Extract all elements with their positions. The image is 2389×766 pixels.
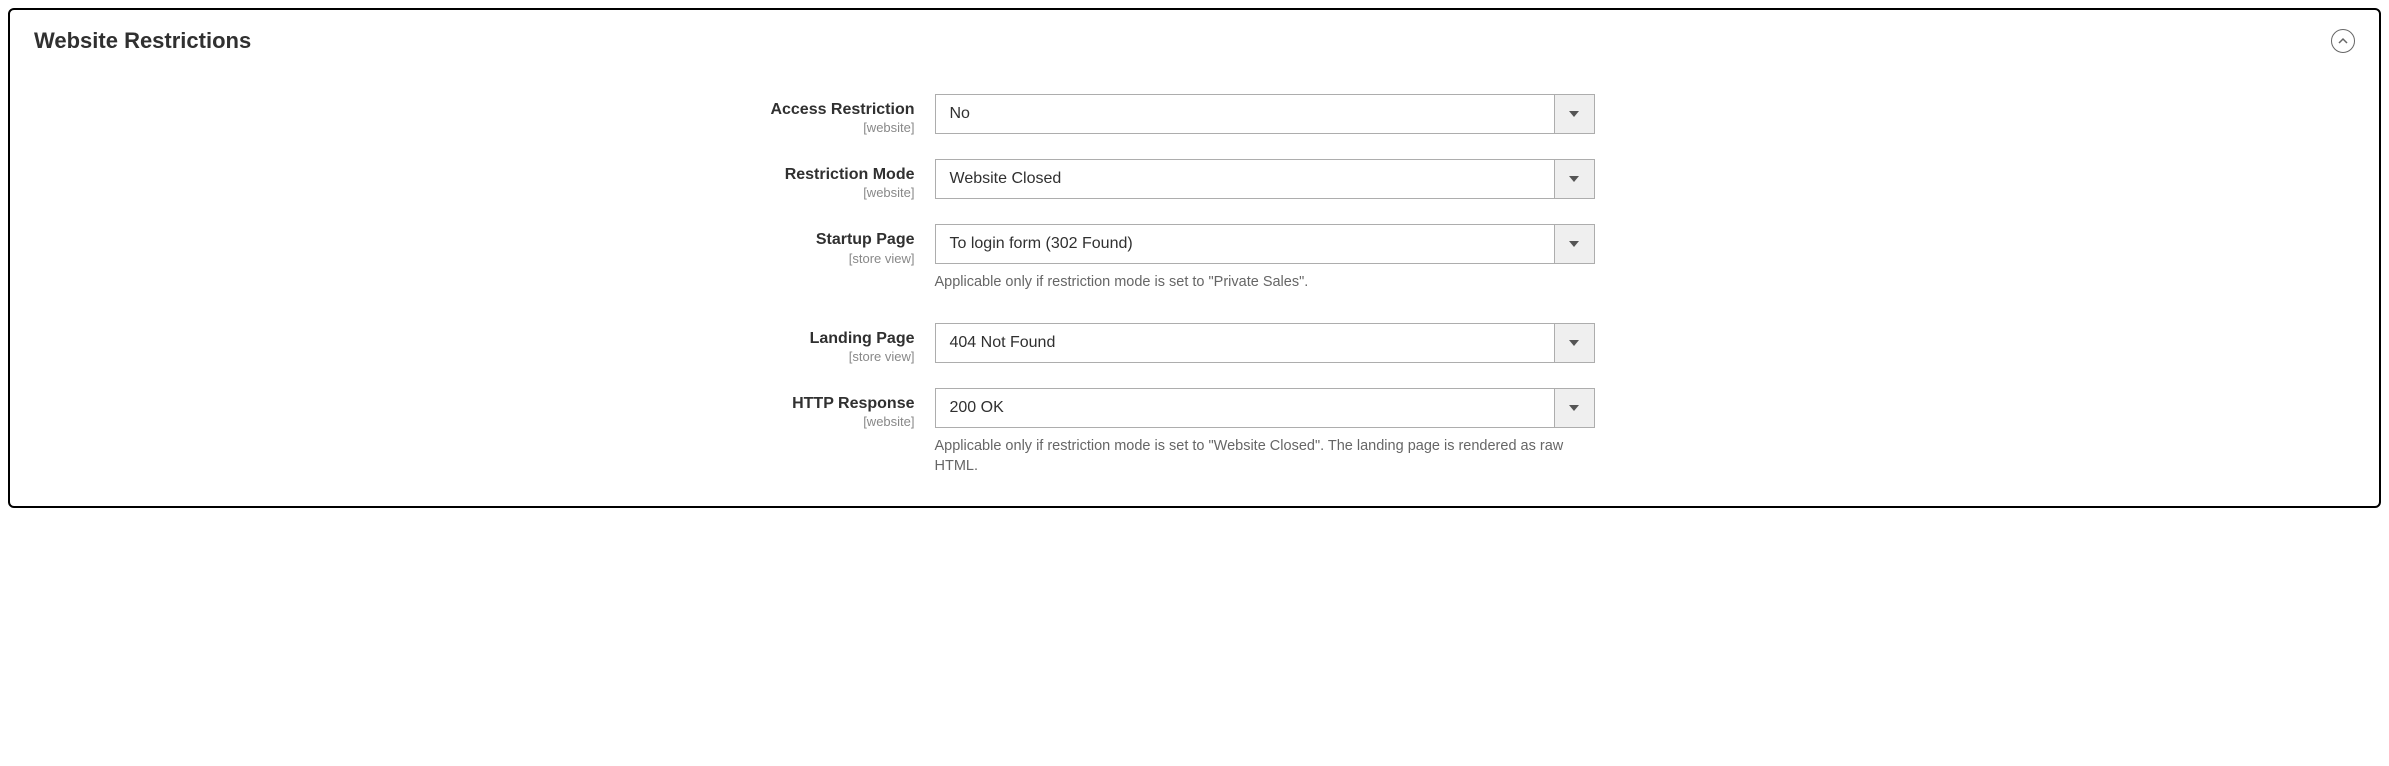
select-value: No [936,105,1554,123]
field-scope: [website] [595,414,915,429]
dropdown-arrow [1554,225,1594,263]
label-col: Restriction Mode [website] [595,159,935,200]
field-col: No [935,94,1595,134]
caret-down-icon [1569,404,1579,412]
select-value: 200 OK [936,399,1554,417]
caret-down-icon [1569,339,1579,347]
http-response-select[interactable]: 200 OK [935,388,1595,428]
field-col: To login form (302 Found) Applicable onl… [935,224,1595,292]
label-col: Landing Page [store view] [595,323,935,364]
select-value: Website Closed [936,170,1554,188]
select-value: 404 Not Found [936,334,1554,352]
field-row-startup-page: Startup Page [store view] To login form … [595,224,1795,292]
label-col: Startup Page [store view] [595,224,935,265]
dropdown-arrow [1554,160,1594,198]
field-row-landing-page: Landing Page [store view] 404 Not Found [595,323,1795,364]
panel-title: Website Restrictions [34,28,251,54]
access-restriction-select[interactable]: No [935,94,1595,134]
caret-down-icon [1569,175,1579,183]
field-scope: [store view] [595,349,915,364]
panel-header: Website Restrictions [34,28,2355,54]
collapse-button[interactable] [2331,29,2355,53]
field-label: Restriction Mode [595,165,915,184]
landing-page-select[interactable]: 404 Not Found [935,323,1595,363]
restriction-mode-select[interactable]: Website Closed [935,159,1595,199]
field-label: Access Restriction [595,100,915,119]
select-value: To login form (302 Found) [936,235,1554,253]
dropdown-arrow [1554,324,1594,362]
field-label: Landing Page [595,329,915,348]
startup-page-select[interactable]: To login form (302 Found) [935,224,1595,264]
help-text: Applicable only if restriction mode is s… [935,272,1595,292]
dropdown-arrow [1554,95,1594,133]
field-scope: [website] [595,120,915,135]
caret-down-icon [1569,110,1579,118]
chevron-up-icon [2338,36,2348,46]
caret-down-icon [1569,240,1579,248]
field-label: HTTP Response [595,394,915,413]
field-label: Startup Page [595,230,915,249]
field-col: 200 OK Applicable only if restriction mo… [935,388,1595,477]
label-col: Access Restriction [website] [595,94,935,135]
help-text: Applicable only if restriction mode is s… [935,436,1595,477]
field-scope: [store view] [595,251,915,266]
field-row-restriction-mode: Restriction Mode [website] Website Close… [595,159,1795,200]
field-scope: [website] [595,185,915,200]
field-col: 404 Not Found [935,323,1595,363]
dropdown-arrow [1554,389,1594,427]
field-row-access-restriction: Access Restriction [website] No [595,94,1795,135]
field-row-http-response: HTTP Response [website] 200 OK Applicabl… [595,388,1795,477]
form-rows: Access Restriction [website] No Restrict… [595,94,1795,476]
website-restrictions-panel: Website Restrictions Access Restriction … [8,8,2381,508]
label-col: HTTP Response [website] [595,388,935,429]
field-col: Website Closed [935,159,1595,199]
